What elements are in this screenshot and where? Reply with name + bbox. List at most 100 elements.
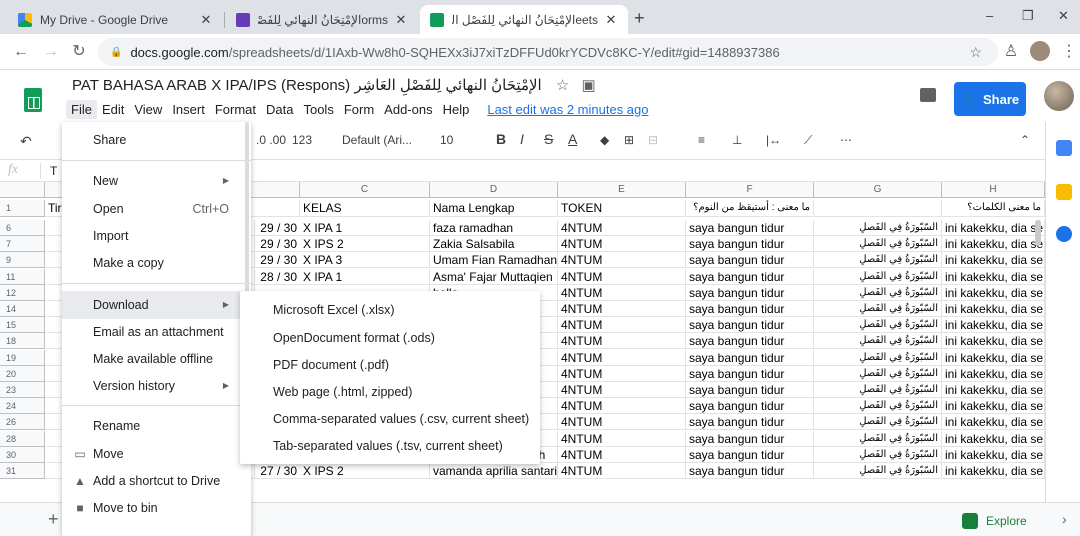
tab-google-sheets[interactable]: eetsالإمْتِحَانُ النهائي لِلفَصْلِ العَا… — [420, 5, 628, 34]
table-cell[interactable]: 4NTUM — [558, 365, 686, 382]
column-header[interactable]: G — [814, 182, 942, 198]
column-header[interactable]: E — [558, 182, 686, 198]
row-number[interactable]: 11 — [0, 268, 45, 285]
table-cell[interactable]: 4NTUM — [558, 446, 686, 463]
column-header[interactable]: H — [942, 182, 1045, 198]
row-number[interactable]: 19 — [0, 349, 45, 366]
menu-add-ons[interactable]: Add-ons — [379, 100, 437, 119]
font-size-dropdown[interactable]: 10 — [440, 133, 453, 147]
reload-icon[interactable]: ↻ — [68, 41, 90, 63]
menu-item-share[interactable]: Share — [62, 126, 251, 154]
table-cell[interactable]: X IPS 2 — [300, 463, 430, 479]
table-cell[interactable]: Zakia Salsabila — [430, 236, 558, 253]
download-html[interactable]: Web page (.html, zipped) — [240, 378, 540, 406]
menu-help[interactable]: Help — [438, 100, 475, 119]
table-cell[interactable]: vamanda aprilia santari — [430, 463, 558, 479]
share-button[interactable]: 👤 Share — [954, 82, 1026, 116]
extension-avatar-icon[interactable] — [1030, 41, 1050, 61]
table-cell[interactable]: ini kakekku, dia se — [942, 398, 1045, 415]
table-cell[interactable]: saya bangun tidur — [686, 365, 814, 382]
italic-button[interactable]: I — [520, 131, 524, 147]
table-cell[interactable]: 4NTUM — [558, 430, 686, 447]
table-cell[interactable]: 4NTUM — [558, 317, 686, 334]
borders-icon[interactable]: ⊞ — [624, 133, 634, 147]
table-cell[interactable]: 4NTUM — [558, 252, 686, 269]
chevron-right-icon[interactable]: › — [1062, 511, 1067, 527]
table-header-cell[interactable]: ما معنى : أستيقظ من النوم؟ — [686, 200, 814, 217]
more-vert-icon[interactable]: ⋮ — [1058, 41, 1080, 63]
table-cell[interactable]: السّبّورَةُ فِي الفَصلِ — [814, 284, 942, 301]
table-cell[interactable]: 4NTUM — [558, 398, 686, 415]
row-number[interactable]: 26 — [0, 414, 45, 431]
table-cell[interactable]: 4NTUM — [558, 333, 686, 350]
table-cell[interactable]: السّبّورَةُ فِي الفَصلِ — [814, 414, 942, 431]
minimize-button[interactable]: – — [986, 8, 993, 23]
table-cell[interactable]: 4NTUM — [558, 414, 686, 431]
table-cell[interactable]: السّبّورَةُ فِي الفَصلِ — [814, 317, 942, 334]
close-window-button[interactable]: ✕ — [1058, 8, 1069, 24]
row-number[interactable]: 28 — [0, 430, 45, 447]
table-cell[interactable]: ini kakekku, dia se — [942, 463, 1045, 479]
download-csv[interactable]: Comma-separated values (.csv, current sh… — [240, 405, 540, 433]
table-cell[interactable]: 4NTUM — [558, 268, 686, 285]
table-cell[interactable]: ini kakekku, dia se — [942, 414, 1045, 431]
tasks-icon[interactable] — [1056, 226, 1072, 242]
menu-item-new[interactable]: New ▶ — [62, 167, 251, 195]
menu-form[interactable]: Form — [339, 100, 379, 119]
menu-format[interactable]: Format — [210, 100, 261, 119]
back-arrow-icon[interactable]: ← — [10, 41, 32, 63]
table-cell[interactable]: faza ramadhan — [430, 220, 558, 236]
row-number[interactable]: 20 — [0, 365, 45, 382]
menu-item-offline[interactable]: Make available offline — [62, 345, 251, 373]
table-cell[interactable]: السّبّورَةُ فِي الفَصلِ — [814, 430, 942, 447]
table-cell[interactable]: 4NTUM — [558, 220, 686, 236]
table-cell[interactable]: 4NTUM — [558, 284, 686, 301]
forward-arrow-icon[interactable]: → — [40, 41, 62, 63]
table-cell[interactable]: السّبّورَةُ فِي الفَصلِ — [814, 398, 942, 415]
table-cell[interactable]: Umam Fian Ramadhani — [430, 252, 558, 269]
row-number[interactable]: 14 — [0, 301, 45, 317]
menu-item-make-a-copy[interactable]: Make a copy — [62, 249, 251, 277]
table-cell[interactable]: X IPA 3 — [300, 252, 430, 269]
more-tools-button[interactable]: ⋯ — [840, 133, 852, 147]
last-edit-link[interactable]: Last edit was 2 minutes ago — [482, 100, 653, 119]
column-header[interactable]: C — [300, 182, 430, 198]
table-cell[interactable]: ini kakekku, dia se — [942, 382, 1045, 398]
font-dropdown[interactable]: Default (Ari... — [342, 133, 412, 147]
table-cell[interactable]: saya bangun tidur — [686, 252, 814, 269]
table-header-cell[interactable]: TOKEN — [558, 200, 686, 217]
merge-icon[interactable]: ⊟ — [648, 133, 658, 147]
table-cell[interactable]: السّبّورَةُ فِي الفَصلِ — [814, 252, 942, 269]
row-number[interactable]: 6 — [0, 220, 45, 236]
table-cell[interactable]: ini kakekku, dia se — [942, 333, 1045, 350]
menu-item-move-to-bin[interactable]: ■ Move to bin — [62, 494, 251, 522]
table-cell[interactable]: السّبّورَةُ فِي الفَصلِ — [814, 365, 942, 382]
menu-item-rename[interactable]: Rename — [62, 412, 251, 440]
menu-edit[interactable]: Edit — [97, 100, 129, 119]
table-cell[interactable]: saya bangun tidur — [686, 333, 814, 350]
table-cell[interactable]: ini kakekku, dia se — [942, 317, 1045, 334]
undo-icon[interactable]: ↶ — [20, 133, 32, 150]
row-number[interactable]: 30 — [0, 446, 45, 463]
score-cell[interactable]: 27 / 30 — [255, 463, 300, 479]
number-format-dropdown[interactable]: 123 — [292, 133, 312, 147]
profile-icon[interactable]: ♙ — [1000, 41, 1022, 63]
menu-item-add-shortcut[interactable]: ▲ Add a shortcut to Drive — [62, 467, 251, 495]
star-icon[interactable]: ☆ — [969, 44, 982, 61]
vertical-scrollbar[interactable] — [1035, 220, 1041, 246]
table-cell[interactable]: 4NTUM — [558, 463, 686, 479]
score-cell[interactable]: 29 / 30 — [255, 252, 300, 269]
fill-color-icon[interactable]: ◆ — [600, 133, 609, 147]
table-header-cell[interactable] — [814, 200, 942, 217]
tab-close-icon[interactable]: ✕ — [394, 12, 408, 28]
row-number[interactable]: 15 — [0, 317, 45, 334]
explore-button[interactable]: Explore — [962, 513, 1027, 529]
row-number[interactable]: 31 — [0, 463, 45, 479]
folder-icon[interactable]: ▣ — [582, 77, 596, 94]
table-cell[interactable]: السّبّورَةُ فِي الفَصلِ — [814, 382, 942, 398]
row-number[interactable]: 9 — [0, 252, 45, 269]
table-cell[interactable]: 4NTUM — [558, 349, 686, 366]
table-cell[interactable]: saya bangun tidur — [686, 414, 814, 431]
table-cell[interactable]: ini kakekku, dia se — [942, 220, 1045, 236]
score-cell[interactable]: 29 / 30 — [255, 236, 300, 253]
